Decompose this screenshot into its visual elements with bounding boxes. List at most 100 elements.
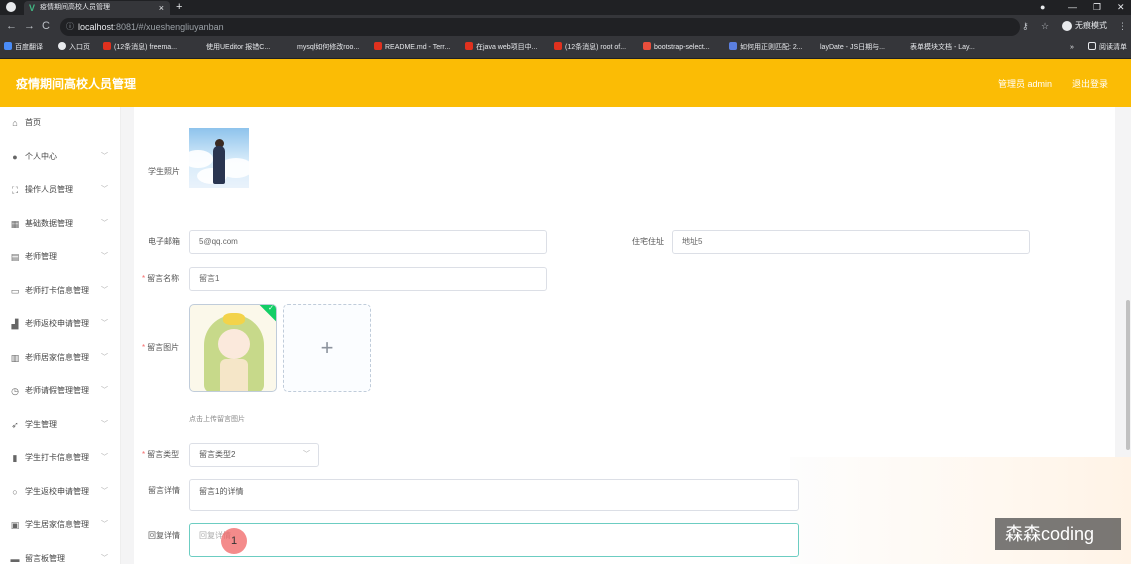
chevron-down-icon: ﹀ [101,353,108,361]
star-icon[interactable]: ☆ [1041,19,1049,33]
sidebar-item-label: 老师居家信息管理 [25,352,89,362]
app-header: 疫情期间高校人员管理 管理员 admin 退出登录 [0,59,1131,107]
sidebar-item[interactable]: ● 个人中心 ﹀ [0,141,121,174]
current-user: 管理员 admin [998,79,1053,89]
table-icon: ▤ [10,252,20,262]
sidebar-item[interactable]: ▬ 留言板管理 ﹀ [0,543,121,576]
incognito-profile[interactable]: 无痕模式 [1062,20,1107,31]
sidebar-item[interactable]: ▟ 老师返校申请管理 ﹀ [0,308,121,341]
page-scrollbar[interactable] [1126,300,1130,450]
bookmarks-bar: 百度翻译 入口页 (12条消息) freema... 使用UEditor 报错C… [0,39,1131,59]
reply-detail-textarea[interactable]: 回复详情 [189,523,799,557]
bookmark-item[interactable]: 百度翻译 [4,42,43,54]
sidebar-item[interactable]: ▥ 老师居家信息管理 ﹀ [0,342,121,375]
frame-icon: ⛶ [11,185,19,195]
chevron-down-icon: ﹀ [101,454,108,461]
sidebar-item[interactable]: ▣ 学生居家信息管理 ﹀ [0,509,121,542]
new-tab-icon[interactable]: + [176,0,182,14]
bookmark-item[interactable]: 如何用正则匹配: 2... [729,42,803,54]
sidebar-item[interactable]: ⌂ 首页 [0,107,121,140]
back-icon[interactable]: ← [6,20,17,32]
more-bookmarks-icon[interactable]: » [1070,42,1074,54]
record-icon[interactable]: ● [1040,0,1045,14]
browser-tab[interactable]: V 疫情期间高校人员管理 × [24,1,170,15]
profile-label: 无痕模式 [1075,21,1107,30]
menu-dots-icon[interactable]: ⋮ [1118,19,1127,33]
message-detail-textarea[interactable]: 留言1的详情 [189,479,799,511]
sidebar-item[interactable]: ◷ 老师请假管理管理 ﹀ [0,375,121,408]
upload-image-button[interactable]: + [283,304,371,392]
browser-tab-title: 疫情期间高校人员管理 [40,4,110,11]
message-name-field[interactable]: 留言1 [189,267,547,291]
message-name-label: * 留言名称 [142,274,180,283]
bookmark-item[interactable]: (12条消息) root of... [554,42,626,54]
building-icon: ▥ [10,352,20,363]
info-icon: ⓘ [66,22,74,31]
message-icon: ▭ [10,285,20,296]
email-field[interactable]: 5@qq.com [189,230,547,254]
close-window-icon[interactable]: ✕ [1117,0,1125,14]
address-bar[interactable]: ⓘ localhost:8081/#/xueshengliuyanban [60,18,1020,36]
sidebar-item[interactable]: ➶ 学生管理 ﹀ [0,409,121,442]
address-field[interactable]: 地址5 [672,230,1030,254]
bookmark-item[interactable]: 表单模块文档 - Lay... [910,42,975,54]
chevron-down-icon: ﹀ [101,320,108,327]
bookmark-item[interactable]: 使用UEditor 报错C... [206,42,270,54]
vue-favicon-icon: V [29,3,36,13]
bookmark-favicon-icon [374,42,382,50]
required-mark: * [142,343,146,352]
minimize-icon[interactable]: — [1068,0,1077,14]
message-image-label: * 留言图片 [142,343,180,352]
key-icon[interactable]: ⚷ [1022,19,1029,33]
address-label: 住宅住址 [632,237,664,246]
logout-link[interactable]: 退出登录 [1072,77,1108,90]
student-photo [189,128,249,188]
sidebar-item[interactable]: ⛶ 操作人员管理 ﹀ [0,174,121,207]
sidebar-item[interactable]: ▤ 老师管理 ﹀ [0,241,121,274]
clock-icon: ◷ [11,386,19,396]
reading-list[interactable]: 阅读清单 [1088,42,1127,54]
bookmark-favicon-icon [554,42,562,50]
send-icon: ➶ [11,419,19,430]
sidebar-item[interactable]: ○ 学生返校申请管理 ﹀ [0,476,121,509]
student-photo-label: 学生照片 [148,167,180,176]
bookmark-favicon-icon [103,42,111,50]
maximize-icon[interactable]: ❐ [1093,0,1101,14]
bookmark-item[interactable]: bootstrap-select... [643,42,710,54]
check-icon: ✓ [268,305,274,312]
bookmark-item[interactable]: 入口页 [58,42,90,54]
reply-detail-label: 回复详情 [148,531,180,540]
bookmark-item[interactable]: (12条消息) freema... [103,42,177,54]
bookmark-favicon-icon [729,42,737,50]
url-host: localhost [78,22,114,32]
bookmark-item[interactable]: README.md - Terr... [374,42,450,54]
chevron-down-icon: ﹀ [101,554,108,562]
click-indicator: 1 [221,528,247,554]
sidebar-item-label: 个人中心 [25,151,57,161]
sidebar-item-label: 学生居家信息管理 [25,520,89,529]
email-label: 电子邮箱 [148,237,180,246]
sidebar-item[interactable]: ▮ 学生打卡信息管理 ﹀ [0,442,121,475]
chevron-down-icon: ﹀ [101,152,108,160]
sidebar-item[interactable]: ▦ 基础数据管理 ﹀ [0,208,121,241]
watermark: 森森coding [995,518,1121,550]
chevron-down-icon: ﹀ [101,387,108,394]
bookmark-item[interactable]: 在java web项目中... [465,42,537,54]
reload-icon[interactable]: C [42,20,50,32]
chrome-icon [6,2,16,12]
sidebar-item[interactable]: ▭ 老师打卡信息管理 ﹀ [0,275,121,308]
plus-icon: + [320,335,334,360]
sidebar-item-label: 老师打卡信息管理 [25,285,89,295]
close-tab-icon[interactable]: × [159,1,164,15]
sidebar-item-label: 留言板管理 [25,553,65,563]
bookmark-item[interactable]: layDate - JS日期与... [820,42,885,54]
incognito-icon [1062,20,1072,31]
chevron-down-icon: ﹀ [101,420,108,428]
uploaded-message-image[interactable]: ✓ [189,304,277,392]
bookmark-item[interactable]: mysql如何修改roo... [297,42,359,54]
forward-icon[interactable]: → [24,20,35,32]
sidebar-item-label: 学生打卡信息管理 [25,453,89,462]
upload-tip: 点击上传留言图片 [189,416,245,423]
sidebar-item-label: 老师请假管理管理 [25,386,89,395]
message-type-select[interactable]: 留言类型2 ﹀ [189,443,319,467]
